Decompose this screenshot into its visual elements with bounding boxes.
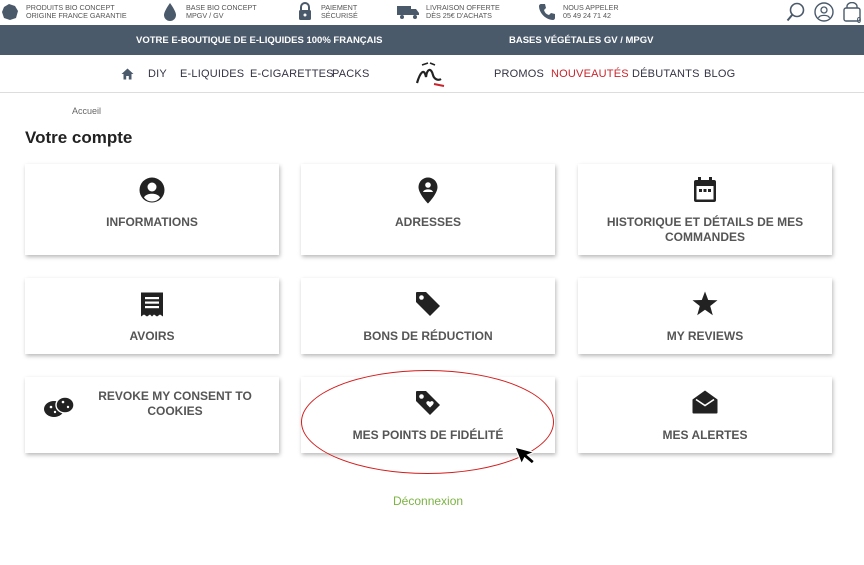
card-historique-label: HISTORIQUE ET DÉTAILS DE MES COMMANDES [606,215,804,244]
info-payment: PAIEMENT SÉCURISÉ [295,2,358,22]
info-payment-line2: SÉCURISÉ [321,11,358,20]
info-delivery-line2: DÈS 25€ D'ACHATS [426,11,492,20]
mouse-pointer-icon [513,443,544,476]
promo-right[interactable]: BASES VÉGÉTALES GV / MPGV [509,35,653,46]
home-icon[interactable] [121,67,134,85]
info-phone-line2: 05 49 24 71 42 [563,11,611,20]
page-title: Votre compte [25,128,133,147]
map-pin-icon [301,177,555,204]
card-bons-reduction[interactable]: BONS DE RÉDUCTION [301,278,555,354]
logout-link[interactable]: Déconnexion [393,494,463,508]
account-icon[interactable] [814,2,834,22]
breadcrumb[interactable]: Accueil [72,106,101,116]
info-base: BASE BIO CONCEPT MPGV / GV [160,2,257,22]
nav-blog[interactable]: BLOG [704,68,735,80]
card-adresses[interactable]: ADRESSES [301,164,555,255]
main-nav: DIY E-LIQUIDES E-CIGARETTES PACKS PROMOS… [0,55,864,93]
site-logo[interactable] [412,59,446,94]
user-circle-icon [25,177,279,203]
search-icon[interactable] [786,2,806,22]
nav-promos[interactable]: PROMOS [494,68,544,80]
card-my-reviews[interactable]: MY REVIEWS [578,278,832,354]
receipt-icon [25,292,279,317]
card-informations[interactable]: INFORMATIONS [25,164,279,255]
france-map-icon [0,2,20,22]
card-bons-reduction-label: BONS DE RÉDUCTION [363,329,493,343]
card-historique[interactable]: HISTORIQUE ET DÉTAILS DE MES COMMANDES [578,164,832,255]
card-mes-alertes[interactable]: MES ALERTES [578,377,832,453]
promo-left[interactable]: VOTRE E-BOUTIQUE DE E-LIQUIDES 100% FRAN… [136,35,383,46]
card-informations-label: INFORMATIONS [106,215,198,229]
card-revoke-cookies-label: REVOKE MY CONSENT TO COOKIES [98,389,252,418]
phone-icon [537,2,557,22]
header-actions: 0 [786,2,862,25]
calendar-icon [578,177,832,203]
nav-nouveautes[interactable]: NOUVEAUTÉS [551,68,629,80]
promo-bar: VOTRE E-BOUTIQUE DE E-LIQUIDES 100% FRAN… [0,25,864,55]
info-phone[interactable]: NOUS APPELER 05 49 24 71 42 [537,2,619,22]
nav-packs[interactable]: PACKS [332,68,369,80]
lock-icon [295,2,315,22]
cookie-icon [43,395,75,424]
drop-icon [160,2,180,22]
cart-icon[interactable]: 0 [842,2,862,25]
nav-diy[interactable]: DIY [148,68,167,80]
card-avoirs-label: AVOIRS [129,329,175,343]
info-delivery: LIVRAISON OFFERTE DÈS 25€ D'ACHATS [396,2,500,22]
tag-icon [301,291,555,317]
info-origin: PRODUITS BIO CONCEPT ORIGINE FRANCE GARAN… [0,2,127,22]
info-origin-line2: ORIGINE FRANCE GARANTIE [26,11,127,20]
card-revoke-cookies[interactable]: REVOKE MY CONSENT TO COOKIES [25,377,279,453]
nav-debutants[interactable]: DÉBUTANTS [632,68,700,80]
card-avoirs[interactable]: AVOIRS [25,278,279,354]
nav-e-liquides[interactable]: E-LIQUIDES [180,68,244,80]
card-my-reviews-label: MY REVIEWS [666,329,744,343]
card-mes-alertes-label: MES ALERTES [662,428,748,442]
truck-icon [396,2,420,22]
card-adresses-label: ADRESSES [394,215,462,229]
top-info-bar: PRODUITS BIO CONCEPT ORIGINE FRANCE GARAN… [0,0,864,25]
envelope-open-icon [578,390,832,414]
star-icon [578,291,832,316]
nav-e-cigarettes[interactable]: E-CIGARETTES [250,68,334,80]
info-base-line2: MPGV / GV [186,11,224,20]
